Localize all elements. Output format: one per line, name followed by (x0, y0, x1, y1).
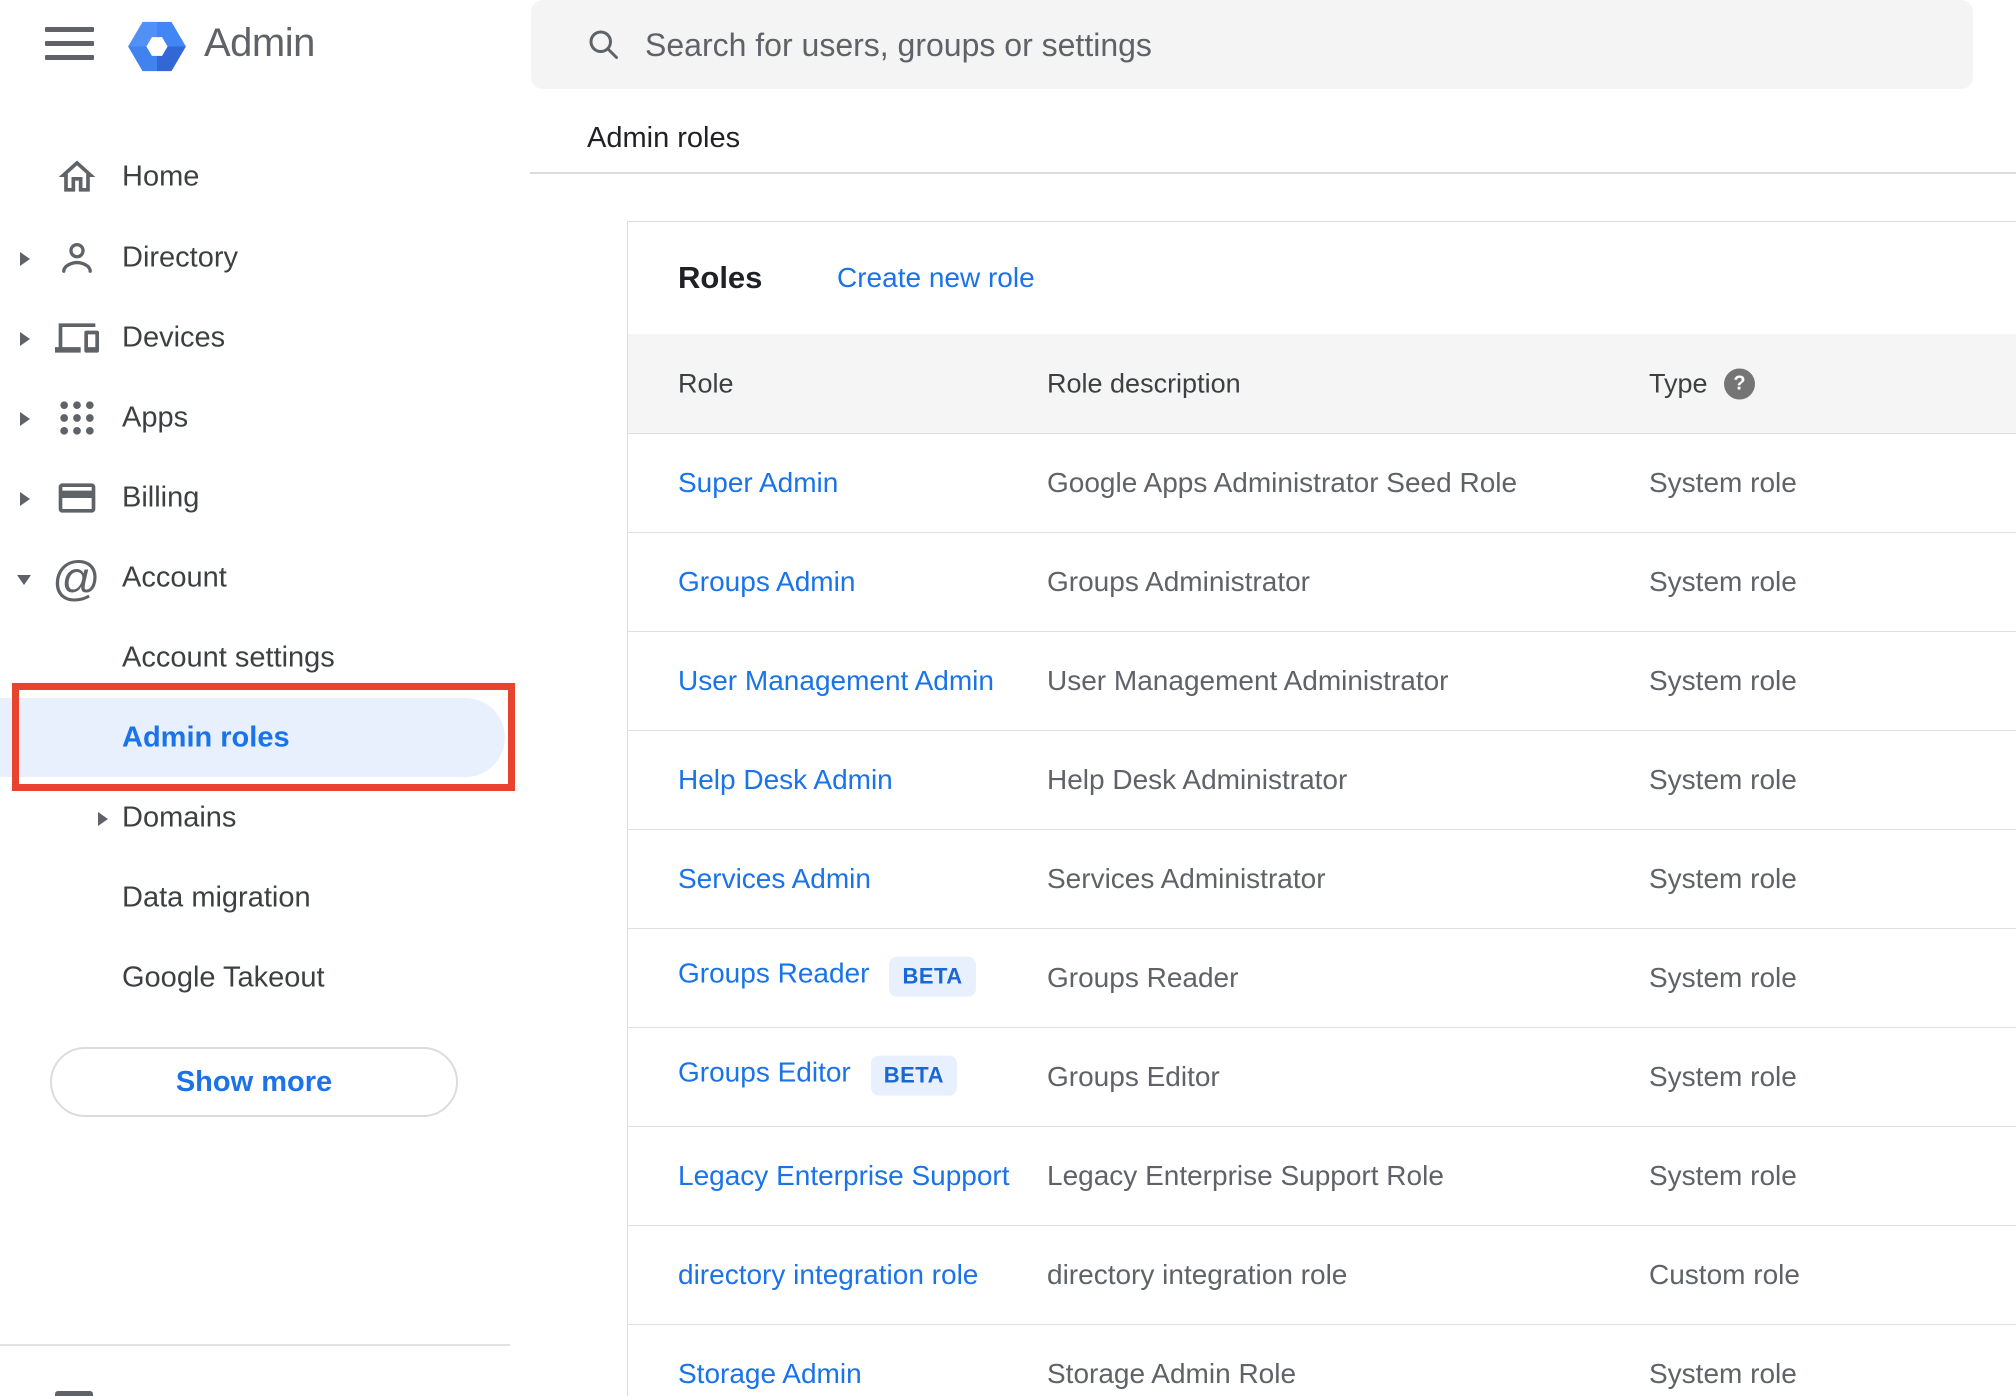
role-link[interactable]: Groups Reader (678, 958, 869, 989)
role-link[interactable]: User Management Admin (678, 665, 994, 697)
product-title: Admin (204, 21, 315, 65)
column-header-description: Role description (1047, 368, 1241, 398)
role-type: Custom role (1649, 1259, 1800, 1290)
role-type: System role (1649, 764, 1797, 795)
search-input[interactable] (643, 0, 1897, 91)
role-link[interactable]: Groups Admin (678, 566, 855, 598)
table-header-row: Role Role description Type ? (628, 334, 2016, 433)
roles-title: Roles (678, 260, 763, 295)
show-more-button[interactable]: Show more (50, 1047, 458, 1117)
credit-card-icon (58, 483, 96, 513)
sidebar-item-account[interactable]: @ Account (0, 538, 530, 618)
table-row: Help Desk Admin Help Desk Administrator … (628, 730, 2016, 829)
search-bar (531, 0, 1973, 91)
sidebar-item-directory[interactable]: Directory (0, 218, 530, 298)
search-icon (589, 30, 618, 59)
table-row: Storage Admin Storage Admin Role System … (628, 1324, 2016, 1396)
role-description: Groups Administrator (1047, 566, 1310, 597)
role-link[interactable]: Storage Admin (678, 1358, 862, 1390)
sidebar-item-billing[interactable]: Billing (0, 458, 530, 538)
role-type: System role (1649, 1160, 1797, 1191)
role-link[interactable]: Groups Editor (678, 1057, 851, 1088)
table-row: directory integration role directory int… (628, 1225, 2016, 1324)
table-row: Legacy Enterprise Support Legacy Enterpr… (628, 1126, 2016, 1225)
role-type: System role (1649, 665, 1797, 696)
roles-card: Roles Create new role Role Role descript… (627, 221, 2016, 1396)
create-new-role-link[interactable]: Create new role (837, 262, 1035, 294)
role-type: System role (1649, 962, 1797, 993)
chevron-right-icon[interactable] (20, 332, 30, 346)
role-type: System role (1649, 1358, 1797, 1389)
table-row: Services Admin Services Administrator Sy… (628, 829, 2016, 928)
chevron-right-icon[interactable] (20, 412, 30, 426)
sidebar-item-devices[interactable]: Devices (0, 298, 530, 378)
role-type: System role (1649, 467, 1797, 498)
role-description: Groups Reader (1047, 962, 1239, 993)
admin-logo-icon (128, 21, 186, 72)
role-type: System role (1649, 863, 1797, 894)
table-row: Groups Reader BETA Groups Reader System r… (628, 928, 2016, 1027)
person-icon (62, 242, 92, 273)
role-description: User Management Administrator (1047, 665, 1449, 696)
sidebar-item-data-migration[interactable]: Data migration (0, 858, 530, 938)
role-link[interactable]: Help Desk Admin (678, 764, 893, 796)
sidebar-item-home[interactable]: Home (0, 137, 530, 217)
role-type: System role (1649, 1061, 1797, 1092)
role-description: Groups Editor (1047, 1061, 1220, 1092)
column-header-role: Role (678, 368, 734, 398)
beta-badge: BETA (889, 956, 976, 997)
role-link[interactable]: Services Admin (678, 863, 871, 895)
role-description: Services Administrator (1047, 863, 1326, 894)
at-sign-icon: @ (52, 553, 101, 606)
table-row: User Management Admin User Management Ad… (628, 631, 2016, 730)
chevron-right-icon[interactable] (98, 812, 108, 826)
chevron-down-icon[interactable] (17, 575, 31, 585)
role-description: directory integration role (1047, 1259, 1348, 1290)
role-description: Google Apps Administrator Seed Role (1047, 467, 1518, 498)
admin-console-screen: Admin Home Directory Devices (0, 0, 2016, 1396)
roles-card-header: Roles Create new role (628, 222, 2016, 334)
sidebar-item-apps[interactable]: Apps (0, 378, 530, 458)
breadcrumb: Admin roles (587, 122, 741, 154)
table-row: Groups Admin Groups Administrator System… (628, 532, 2016, 631)
devices-icon (55, 323, 99, 353)
role-link[interactable]: directory integration role (678, 1259, 978, 1291)
menu-hamburger-icon[interactable] (45, 27, 94, 60)
help-icon[interactable]: ? (1724, 368, 1755, 399)
red-annotation-box (12, 683, 515, 791)
chevron-right-icon[interactable] (20, 492, 30, 506)
beta-badge: BETA (870, 1055, 958, 1096)
chevron-right-icon[interactable] (20, 252, 30, 266)
role-description: Storage Admin Role (1047, 1358, 1297, 1389)
role-link[interactable]: Super Admin (678, 467, 838, 499)
table-row: Groups Editor BETA Groups Editor System r… (628, 1027, 2016, 1126)
role-description: Help Desk Administrator (1047, 764, 1348, 795)
apps-grid-icon (60, 401, 94, 435)
table-row: Super Admin Google Apps Administrator Se… (628, 433, 2016, 532)
column-header-type: Type (1649, 368, 1708, 398)
clipped-nav-icon (55, 1391, 93, 1396)
sidebar-item-google-takeout[interactable]: Google Takeout (0, 938, 530, 1018)
role-description: Legacy Enterprise Support Role (1047, 1160, 1444, 1191)
sidebar-divider (0, 1344, 510, 1346)
home-icon (58, 160, 96, 192)
content-divider (530, 172, 2016, 174)
role-type: System role (1649, 566, 1797, 597)
role-link[interactable]: Legacy Enterprise Support (678, 1160, 1010, 1192)
